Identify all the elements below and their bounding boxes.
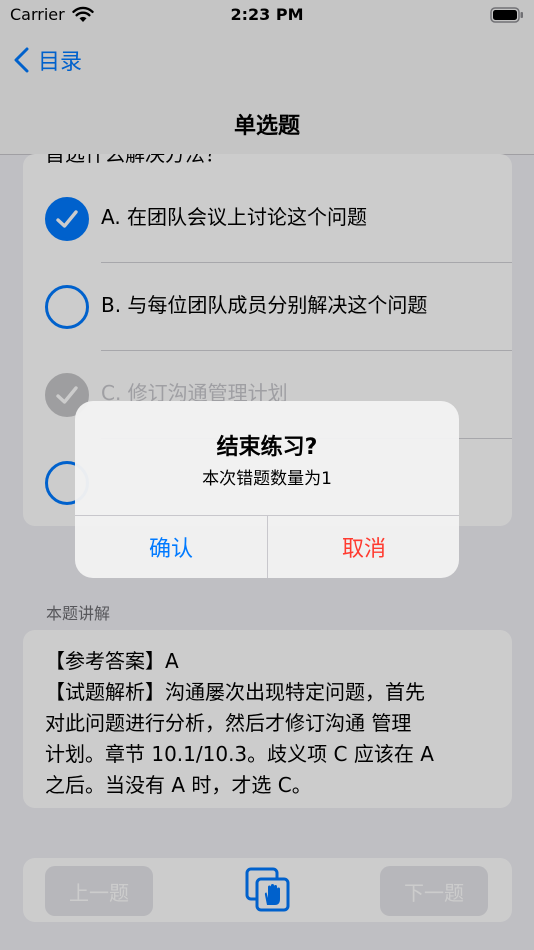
alert-message: 本次错题数量为1: [202, 469, 332, 489]
end-practice-alert: 结束练习? 本次错题数量为1 确认 取消: [75, 401, 459, 578]
alert-title: 结束练习?: [216, 435, 318, 460]
cancel-button[interactable]: 取消: [268, 516, 459, 578]
confirm-button[interactable]: 确认: [75, 516, 267, 578]
